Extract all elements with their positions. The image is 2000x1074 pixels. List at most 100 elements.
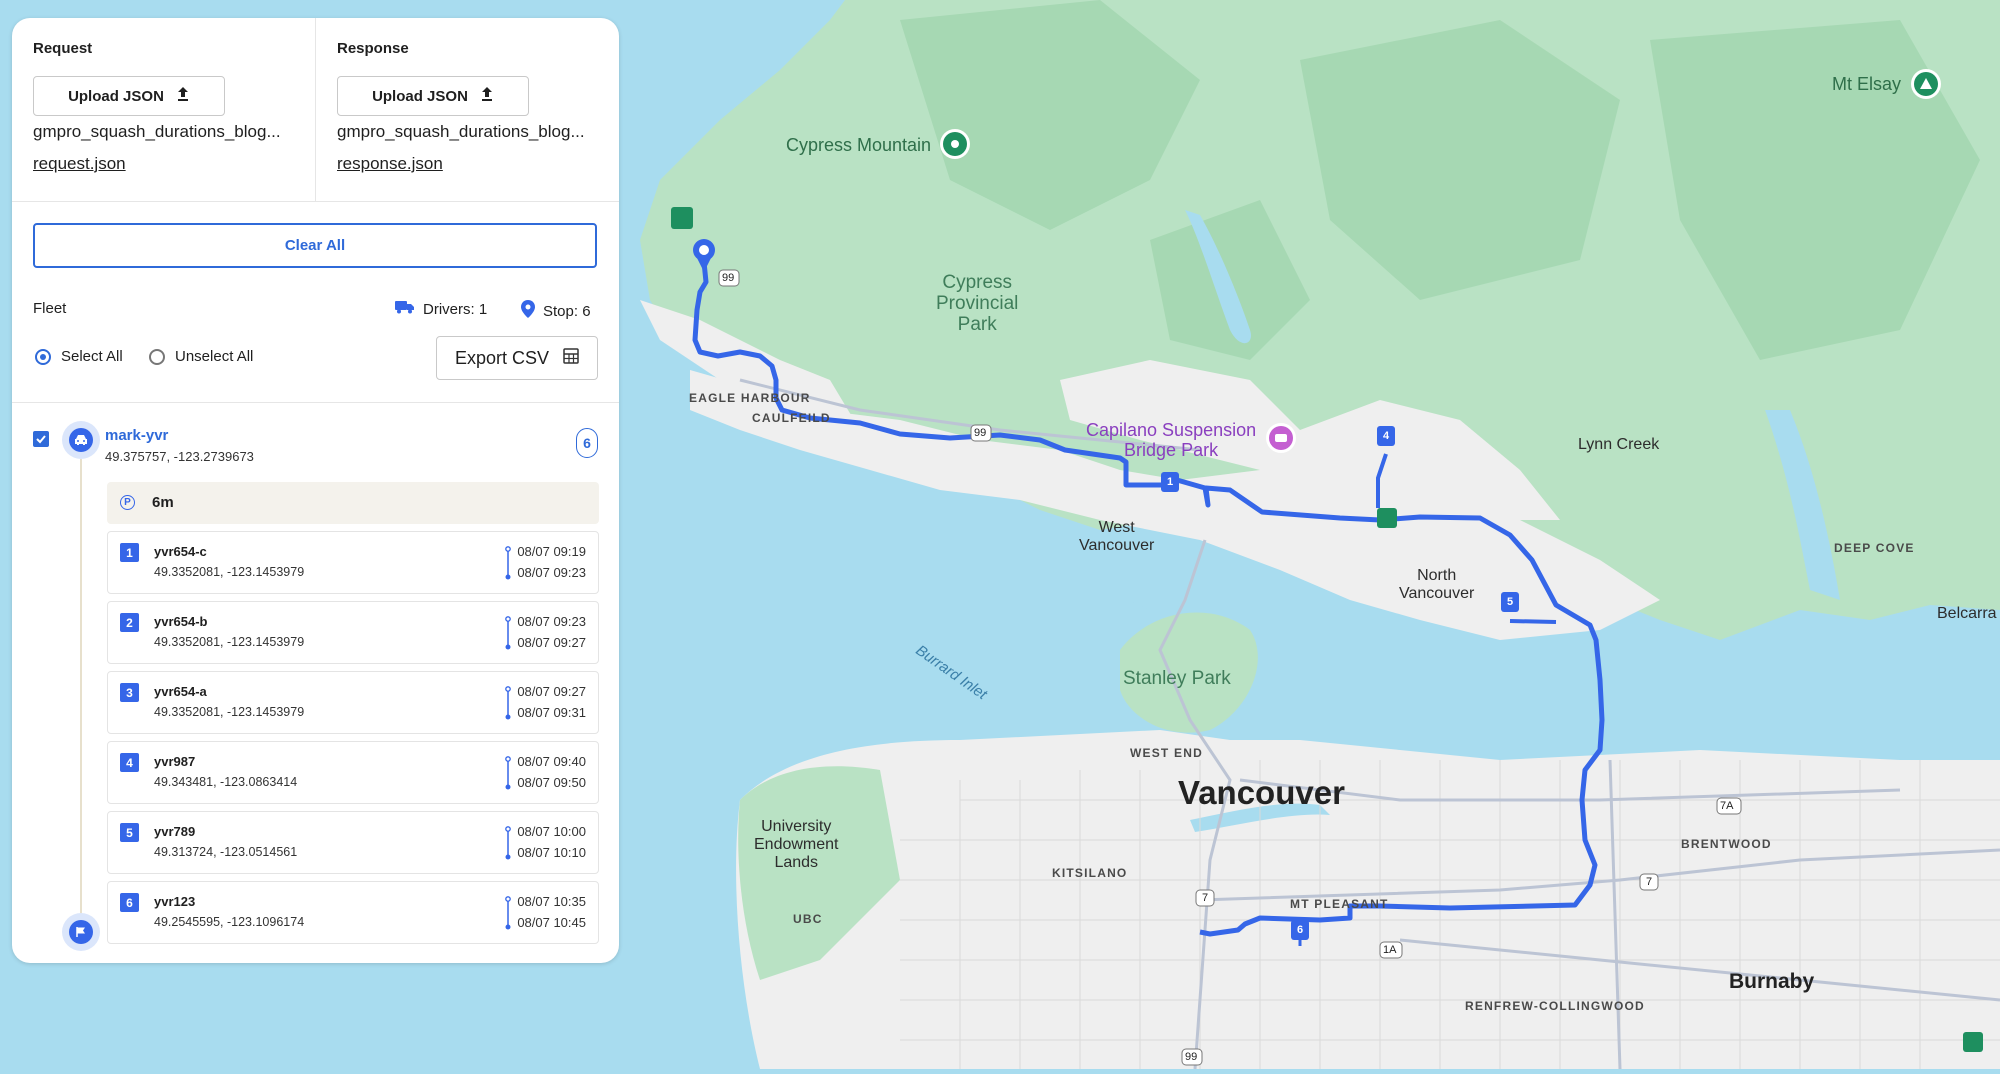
hwy-7-shield: 7 <box>1646 876 1653 888</box>
map-stop-marker-1[interactable]: 1 <box>1161 472 1179 492</box>
radio-checked-icon[interactable] <box>35 348 51 365</box>
stop-coordinates: 49.3352081, -123.1453979 <box>154 635 305 649</box>
label-burnaby: Burnaby <box>1729 970 1815 993</box>
label-cypress-mountain: Cypress Mountain <box>786 135 932 155</box>
label-brentwood: BRENTWOOD <box>1681 837 1772 851</box>
label-caulfeild: CAULFEILD <box>752 411 831 425</box>
stops-count: Stop: 6 <box>521 300 591 322</box>
drivers-count: Drivers: 1 <box>395 300 487 318</box>
stop-end-time: 08/07 10:45 <box>517 915 586 930</box>
request-upload-button[interactable]: Upload JSON <box>33 76 225 116</box>
stop-number-badge: 3 <box>120 683 139 702</box>
response-title: Response <box>337 40 409 57</box>
route-timeline <box>80 459 82 929</box>
stop-end-time: 08/07 10:10 <box>517 845 586 860</box>
end-avatar <box>62 913 100 951</box>
vehicle-name[interactable]: mark-yvr <box>105 427 168 444</box>
hwy-7-shield: 7 <box>1202 892 1209 904</box>
stop-coordinates: 49.313724, -123.0514561 <box>154 845 298 859</box>
response-filename: gmpro_squash_durations_blog... <box>337 122 585 141</box>
request-json-link[interactable]: request.json <box>33 154 126 174</box>
time-range-icon <box>505 686 511 720</box>
stop-start-time: 08/07 09:40 <box>517 754 586 769</box>
vehicle-stop-count-badge: 6 <box>576 428 598 458</box>
map-stop-marker-6[interactable]: 6 <box>1291 920 1309 940</box>
stop-number-badge: 5 <box>120 823 139 842</box>
stop-row[interactable]: 3 yvr654-a 49.3352081, -123.1453979 08/07 0… <box>107 671 599 734</box>
export-csv-button[interactable]: Export CSV <box>436 336 598 380</box>
stop-end-time: 08/07 09:27 <box>517 635 586 650</box>
truck-icon <box>395 300 415 318</box>
hwy-99-shield: 99 <box>722 272 735 284</box>
fleet-label: Fleet <box>33 300 67 317</box>
label-north-vancouver: North Vancouver <box>1399 567 1475 602</box>
hwy-7a-shield: 7A <box>1720 800 1734 812</box>
stop-row[interactable]: 5 yvr789 49.313724, -123.0514561 08/07 10:0… <box>107 811 599 874</box>
stop-number-badge: 2 <box>120 613 139 632</box>
radio-unchecked-icon[interactable] <box>149 348 165 365</box>
cypress-mountain-poi-icon <box>940 129 970 159</box>
label-ubc: UBC <box>793 912 823 926</box>
stop-id: yvr654-a <box>154 684 207 699</box>
divider <box>12 402 619 403</box>
stop-start-time: 08/07 10:35 <box>517 894 586 909</box>
stop-start-time: 08/07 10:00 <box>517 824 586 839</box>
park-sign-icon <box>1377 508 1397 528</box>
response-section: Response Upload JSON gmpro_squash_durati… <box>316 18 619 201</box>
map-stop-marker-4[interactable]: 4 <box>1377 426 1395 446</box>
upload-icon <box>480 86 494 106</box>
checkmark-icon <box>36 435 46 444</box>
select-all-radio[interactable]: Select All <box>35 348 123 365</box>
label-deep-cove: DEEP COVE <box>1834 541 1915 555</box>
stop-coordinates: 49.3352081, -123.1453979 <box>154 565 305 579</box>
label-mt-pleasant: MT PLEASANT <box>1290 897 1389 911</box>
vehicle-coordinates: 49.375757, -123.2739673 <box>105 449 254 464</box>
response-upload-button[interactable]: Upload JSON <box>337 76 529 116</box>
response-json-link[interactable]: response.json <box>337 154 443 174</box>
map-stop-marker-5[interactable]: 5 <box>1501 592 1519 612</box>
hwy-99-shield: 99 <box>1185 1051 1198 1063</box>
stop-start-time: 08/07 09:23 <box>517 614 586 629</box>
park-sign-icon <box>1963 1032 1983 1052</box>
stop-row[interactable]: 6 yvr123 49.2545595, -123.1096174 08/07 10:… <box>107 881 599 944</box>
stop-row[interactable]: 4 yvr987 49.343481, -123.0863414 08/07 09:4… <box>107 741 599 804</box>
stop-number-badge: 6 <box>120 893 139 912</box>
break-row: P 6m <box>107 482 599 524</box>
stop-id: yvr654-c <box>154 544 207 559</box>
label-cypress-park: Cypress Provincial Park <box>936 272 1019 335</box>
parking-icon: P <box>120 495 135 510</box>
request-filename: gmpro_squash_durations_blog... <box>33 122 281 141</box>
vehicle-avatar <box>62 421 100 459</box>
label-lynn-creek: Lynn Creek <box>1578 436 1660 453</box>
stops-label: Stop: 6 <box>543 302 591 320</box>
stop-coordinates: 49.2545595, -123.1096174 <box>154 915 305 929</box>
stop-number-badge: 4 <box>120 753 139 772</box>
response-upload-label: Upload JSON <box>372 87 468 105</box>
flag-icon <box>76 927 85 937</box>
time-range-icon <box>505 756 511 790</box>
label-stanley-park: Stanley Park <box>1123 668 1231 689</box>
unselect-all-label: Unselect All <box>175 348 254 365</box>
unselect-all-radio[interactable]: Unselect All <box>149 348 253 365</box>
label-renfrew-collingwood: RENFREW-COLLINGWOOD <box>1465 999 1645 1013</box>
time-range-icon <box>505 826 511 860</box>
hwy-99-shield: 99 <box>974 427 987 439</box>
park-sign-icon <box>671 207 693 229</box>
stop-id: yvr789 <box>154 824 196 839</box>
drivers-label: Drivers: 1 <box>423 300 488 318</box>
hwy-1a-shield: 1A <box>1383 944 1397 956</box>
stop-end-time: 08/07 09:50 <box>517 775 586 790</box>
stop-row[interactable]: 2 yvr654-b 49.3352081, -123.1453979 08/07 0… <box>107 601 599 664</box>
export-csv-label: Export CSV <box>454 347 550 368</box>
stop-end-time: 08/07 09:31 <box>517 705 586 720</box>
label-kitsilano: KITSILANO <box>1052 866 1128 880</box>
stop-row[interactable]: 1 yvr654-c 49.3352081, -123.1453979 08/07 0… <box>107 531 599 594</box>
request-section: Request Upload JSON gmpro_squash_duratio… <box>12 18 315 201</box>
label-west-end: WEST END <box>1130 746 1203 760</box>
vehicle-checkbox[interactable] <box>33 431 49 447</box>
clear-all-button[interactable]: Clear All <box>33 223 597 268</box>
stop-number-badge: 1 <box>120 543 139 562</box>
side-panel: Request Upload JSON gmpro_squash_duratio… <box>12 18 619 963</box>
request-title: Request <box>33 40 93 57</box>
time-range-icon <box>505 616 511 650</box>
